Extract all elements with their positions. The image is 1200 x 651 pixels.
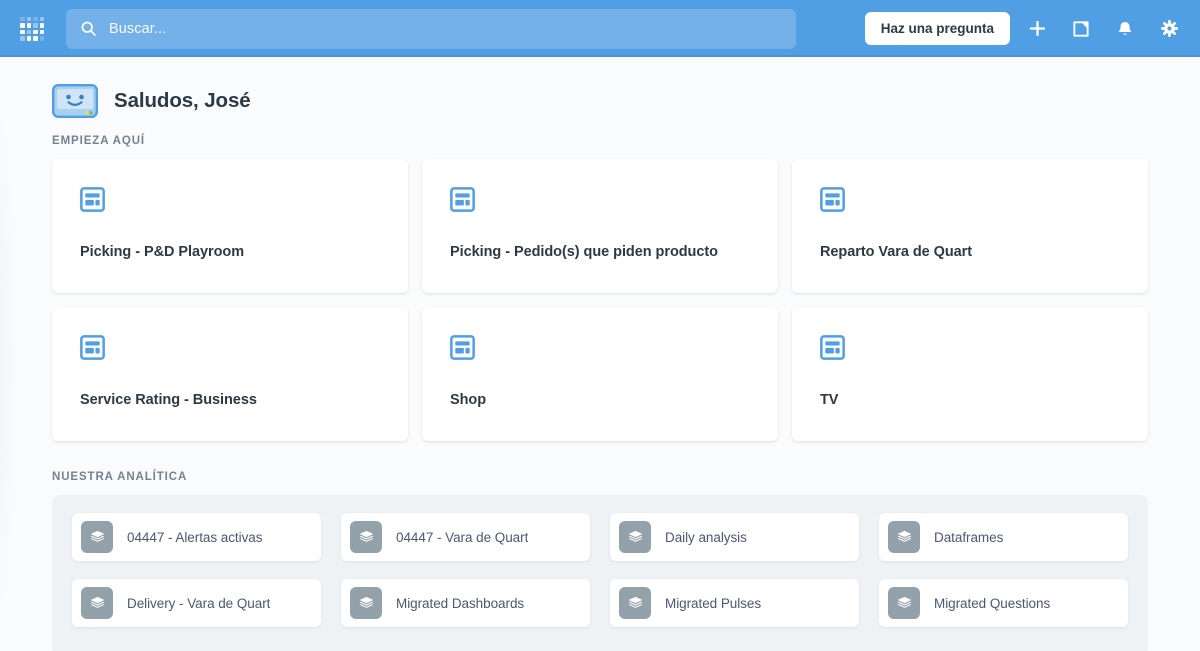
metabase-logo-icon [20, 16, 44, 41]
our-analytics-panel: 04447 - Alertas activas 04447 - Vara de … [52, 495, 1148, 651]
collection-stack-icon [359, 596, 373, 608]
content-container: Saludos, José EMPIEZA AQUÍ Picking - P&D… [0, 57, 1200, 651]
collection-item-label: Dataframes [934, 529, 1004, 545]
collection-item[interactable]: Daily analysis [610, 513, 859, 561]
search-icon [81, 21, 96, 36]
page-body: Saludos, José EMPIEZA AQUÍ Picking - P&D… [0, 57, 1200, 651]
dashboard-card-title: Reparto Vara de Quart [820, 244, 973, 260]
metabot-smiley-icon [52, 83, 98, 118]
dashboard-card-title: Service Rating - Business [80, 392, 257, 408]
dashboard-card-title: Picking - Pedido(s) que piden producto [450, 244, 718, 260]
collection-item[interactable]: Migrated Pulses [610, 579, 859, 627]
collection-stack-icon [359, 530, 373, 542]
settings-button[interactable] [1152, 12, 1186, 46]
collection-item-label: 04447 - Alertas activas [127, 529, 263, 545]
collection-icon-box [888, 587, 920, 619]
new-dashboard-icon [1073, 20, 1089, 37]
dashboard-card[interactable]: Reparto Vara de Quart [792, 159, 1148, 293]
collection-icon-box [350, 521, 382, 553]
dashboard-icon [80, 187, 105, 212]
gear-icon [1160, 19, 1178, 38]
collection-stack-icon [897, 596, 911, 608]
dashboard-icon [450, 187, 475, 212]
dashboard-card[interactable]: TV [792, 307, 1148, 441]
dashboard-card-title: TV [820, 392, 839, 408]
collection-item[interactable]: Dataframes [879, 513, 1128, 561]
dashboard-card-title: Picking - P&D Playroom [80, 244, 245, 260]
collection-stack-icon [628, 596, 642, 608]
collection-icon-box [81, 521, 113, 553]
collection-item-label: Migrated Dashboards [396, 595, 525, 611]
collection-icon-box [619, 521, 651, 553]
dashboard-icon [820, 187, 845, 212]
collection-item-label: Delivery - Vara de Quart [127, 595, 271, 611]
navbar-actions: Haz una pregunta [864, 11, 1186, 46]
collection-item-label: 04447 - Vara de Quart [396, 529, 529, 545]
collection-stack-icon [897, 530, 911, 542]
collection-item[interactable]: Migrated Dashboards [341, 579, 590, 627]
collection-item[interactable]: Delivery - Vara de Quart [72, 579, 321, 627]
plus-icon [1029, 20, 1045, 37]
dashboard-card[interactable]: Service Rating - Business [52, 307, 408, 441]
collection-item-label: Migrated Questions [934, 595, 1051, 611]
collection-item[interactable]: Migrated Questions [879, 579, 1128, 627]
metabase-logo-button[interactable] [14, 11, 50, 47]
collection-icon-box [81, 587, 113, 619]
new-dashboard-button[interactable] [1064, 12, 1098, 46]
top-navbar: Haz una pregunta [0, 0, 1200, 57]
section-label-our-analytics: NUESTRA ANALÍTICA [52, 471, 188, 483]
collection-item[interactable]: 04447 - Alertas activas [72, 513, 321, 561]
greeting-row: Saludos, José [52, 57, 1148, 119]
search-bar[interactable] [66, 8, 796, 49]
notifications-button[interactable] [1108, 12, 1142, 46]
dashboard-card-title: Shop [450, 392, 487, 408]
collection-stack-icon [90, 530, 104, 542]
collection-item-label: Daily analysis [665, 529, 747, 545]
start-here-card-grid: Picking - P&D Playroom Picking - Pedido(… [52, 159, 1148, 441]
search-input[interactable] [109, 20, 782, 37]
dashboard-icon [820, 335, 845, 360]
section-label-start-here: EMPIEZA AQUÍ [52, 135, 146, 147]
dashboard-icon [450, 335, 475, 360]
ask-a-question-button[interactable]: Haz una pregunta [864, 11, 1010, 46]
collection-item-label: Migrated Pulses [665, 595, 762, 611]
collection-icon-box [350, 587, 382, 619]
collection-icon-box [619, 587, 651, 619]
collection-stack-icon [628, 530, 642, 542]
dashboard-card[interactable]: Picking - P&D Playroom [52, 159, 408, 293]
bell-icon [1118, 21, 1132, 35]
collection-icon-box [888, 521, 920, 553]
dashboard-card[interactable]: Shop [422, 307, 778, 441]
collection-grid: 04447 - Alertas activas 04447 - Vara de … [72, 513, 1128, 627]
page-title: Saludos, José [114, 88, 251, 112]
collection-stack-icon [90, 596, 104, 608]
collection-item[interactable]: 04447 - Vara de Quart [341, 513, 590, 561]
dashboard-icon [80, 335, 105, 360]
dashboard-card[interactable]: Picking - Pedido(s) que piden producto [422, 159, 778, 293]
create-new-button[interactable] [1020, 12, 1054, 46]
